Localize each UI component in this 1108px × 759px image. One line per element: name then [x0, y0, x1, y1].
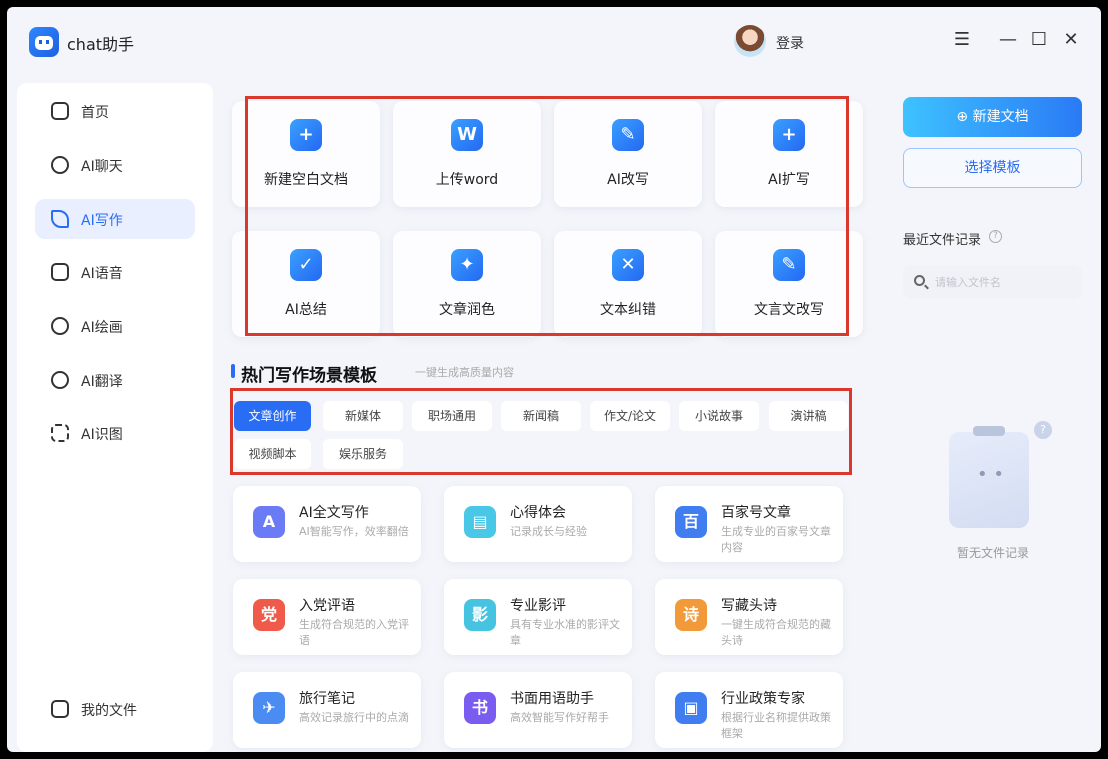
template-title: AI全文写作: [299, 505, 369, 521]
close-icon[interactable]: ✕: [1060, 29, 1082, 51]
scan-icon: [51, 424, 69, 442]
maximize-icon[interactable]: ☐: [1028, 29, 1050, 51]
robot-logo-icon: [29, 27, 59, 57]
choose-template-button[interactable]: 选择模板: [903, 148, 1082, 188]
chat-icon: [51, 156, 69, 174]
sidebar-item-label: AI绘画: [81, 320, 123, 336]
question-bubble-icon: ?: [1034, 421, 1052, 439]
home-icon: [51, 102, 69, 120]
translate-icon: [51, 371, 69, 389]
pen-icon: [51, 210, 69, 228]
party-icon: 党: [253, 599, 285, 631]
film-icon: 影: [464, 599, 496, 631]
template-card-formal-language[interactable]: 书 书面用语助手 高效智能写作好帮手: [444, 672, 632, 748]
sidebar-item-label: AI识图: [81, 427, 123, 443]
sidebar-item-label: AI翻译: [81, 374, 123, 390]
notebook-icon: ▤: [464, 506, 496, 538]
sidebar-item-label: 我的文件: [81, 703, 137, 719]
empty-clipboard-icon: • •: [949, 426, 1029, 528]
voice-icon: [51, 263, 69, 281]
template-desc: 具有专业水准的影评文章: [510, 618, 620, 647]
template-card-ai-full-writing[interactable]: A AI全文写作 AI智能写作，效率翻倍: [233, 486, 421, 562]
template-card-travel-notes[interactable]: ✈ 旅行笔记 高效记录旅行中的点滴: [233, 672, 421, 748]
tabs-highlight-box: [230, 388, 852, 475]
section-title: 热门写作场景模板: [241, 366, 377, 386]
template-card-acrostic-poem[interactable]: 诗 写藏头诗 一键生成符合规范的藏头诗: [655, 579, 843, 655]
baijiahao-icon: 百: [675, 506, 707, 538]
template-desc: 高效记录旅行中的点滴: [299, 711, 409, 724]
section-subtitle: 一键生成高质量内容: [415, 366, 514, 379]
sidebar-item-label: AI写作: [81, 213, 123, 229]
template-card-policy-expert[interactable]: ▣ 行业政策专家 根据行业名称提供政策框架: [655, 672, 843, 748]
sidebar-item-ai-painting[interactable]: AI绘画: [35, 306, 195, 346]
sidebar-item-ai-writing[interactable]: AI写作: [35, 199, 195, 239]
file-icon: [51, 700, 69, 718]
travel-icon: ✈: [253, 692, 285, 724]
poem-icon: 诗: [675, 599, 707, 631]
template-desc: AI智能写作，效率翻倍: [299, 525, 409, 538]
title-bar: chat助手 登录 ☰ — ☐ ✕: [7, 7, 1101, 75]
sidebar-item-ai-translate[interactable]: AI翻译: [35, 360, 195, 400]
template-desc: 生成专业的百家号文章内容: [721, 525, 831, 554]
tools-highlight-box: [245, 96, 849, 336]
search-icon: [914, 275, 925, 286]
sidebar-item-ai-chat[interactable]: AI聊天: [35, 145, 195, 185]
sidebar-item-home[interactable]: 首页: [35, 91, 195, 131]
app-window: chat助手 登录 ☰ — ☐ ✕ 首页 AI聊天 AI写作 AI语音 AI绘画: [7, 7, 1101, 752]
template-title: 旅行笔记: [299, 691, 355, 707]
recent-files-label: 最近文件记录: [903, 233, 982, 248]
sidebar-item-ai-voice[interactable]: AI语音: [35, 252, 195, 292]
template-title: 书面用语助手: [510, 691, 594, 707]
template-desc: 一键生成符合规范的藏头诗: [721, 618, 831, 647]
sidebar-item-my-files[interactable]: 我的文件: [35, 689, 195, 729]
app-title: chat助手: [67, 35, 135, 54]
section-accent-bar: [231, 364, 235, 378]
template-title: 心得体会: [510, 505, 566, 521]
template-desc: 记录成长与经验: [510, 525, 587, 538]
sidebar-item-label: AI聊天: [81, 159, 123, 175]
file-search-input[interactable]: [903, 265, 1082, 299]
sidebar: 首页 AI聊天 AI写作 AI语音 AI绘画 AI翻译 AI识图 我的文件: [17, 83, 213, 752]
template-title: 写藏头诗: [721, 598, 777, 614]
template-card-insights[interactable]: ▤ 心得体会 记录成长与经验: [444, 486, 632, 562]
template-title: 入党评语: [299, 598, 355, 614]
template-desc: 生成符合规范的入党评语: [299, 618, 409, 647]
ai-writing-icon: A: [253, 506, 285, 538]
template-desc: 根据行业名称提供政策框架: [721, 711, 831, 740]
template-card-film-review[interactable]: 影 专业影评 具有专业水准的影评文章: [444, 579, 632, 655]
login-button[interactable]: 登录: [776, 33, 804, 53]
empty-state-text: 暂无文件记录: [957, 546, 1030, 560]
sidebar-item-label: 首页: [81, 105, 109, 121]
help-icon[interactable]: ?: [989, 230, 1002, 243]
template-title: 行业政策专家: [721, 691, 805, 707]
empty-face-icon: • •: [977, 464, 1004, 485]
template-title: 百家号文章: [721, 505, 791, 521]
new-document-button[interactable]: ⊕ 新建文档: [903, 97, 1082, 137]
sidebar-item-label: AI语音: [81, 266, 123, 282]
template-card-party-comment[interactable]: 党 入党评语 生成符合规范的入党评语: [233, 579, 421, 655]
book-icon: 书: [464, 692, 496, 724]
minimize-icon[interactable]: —: [997, 29, 1019, 51]
policy-icon: ▣: [675, 692, 707, 724]
avatar[interactable]: [734, 25, 766, 57]
template-desc: 高效智能写作好帮手: [510, 711, 609, 724]
template-title: 专业影评: [510, 598, 566, 614]
menu-icon[interactable]: ☰: [951, 29, 973, 51]
palette-icon: [51, 317, 69, 335]
template-card-baijiahao[interactable]: 百 百家号文章 生成专业的百家号文章内容: [655, 486, 843, 562]
sidebar-item-ai-image-recognition[interactable]: AI识图: [35, 413, 195, 453]
